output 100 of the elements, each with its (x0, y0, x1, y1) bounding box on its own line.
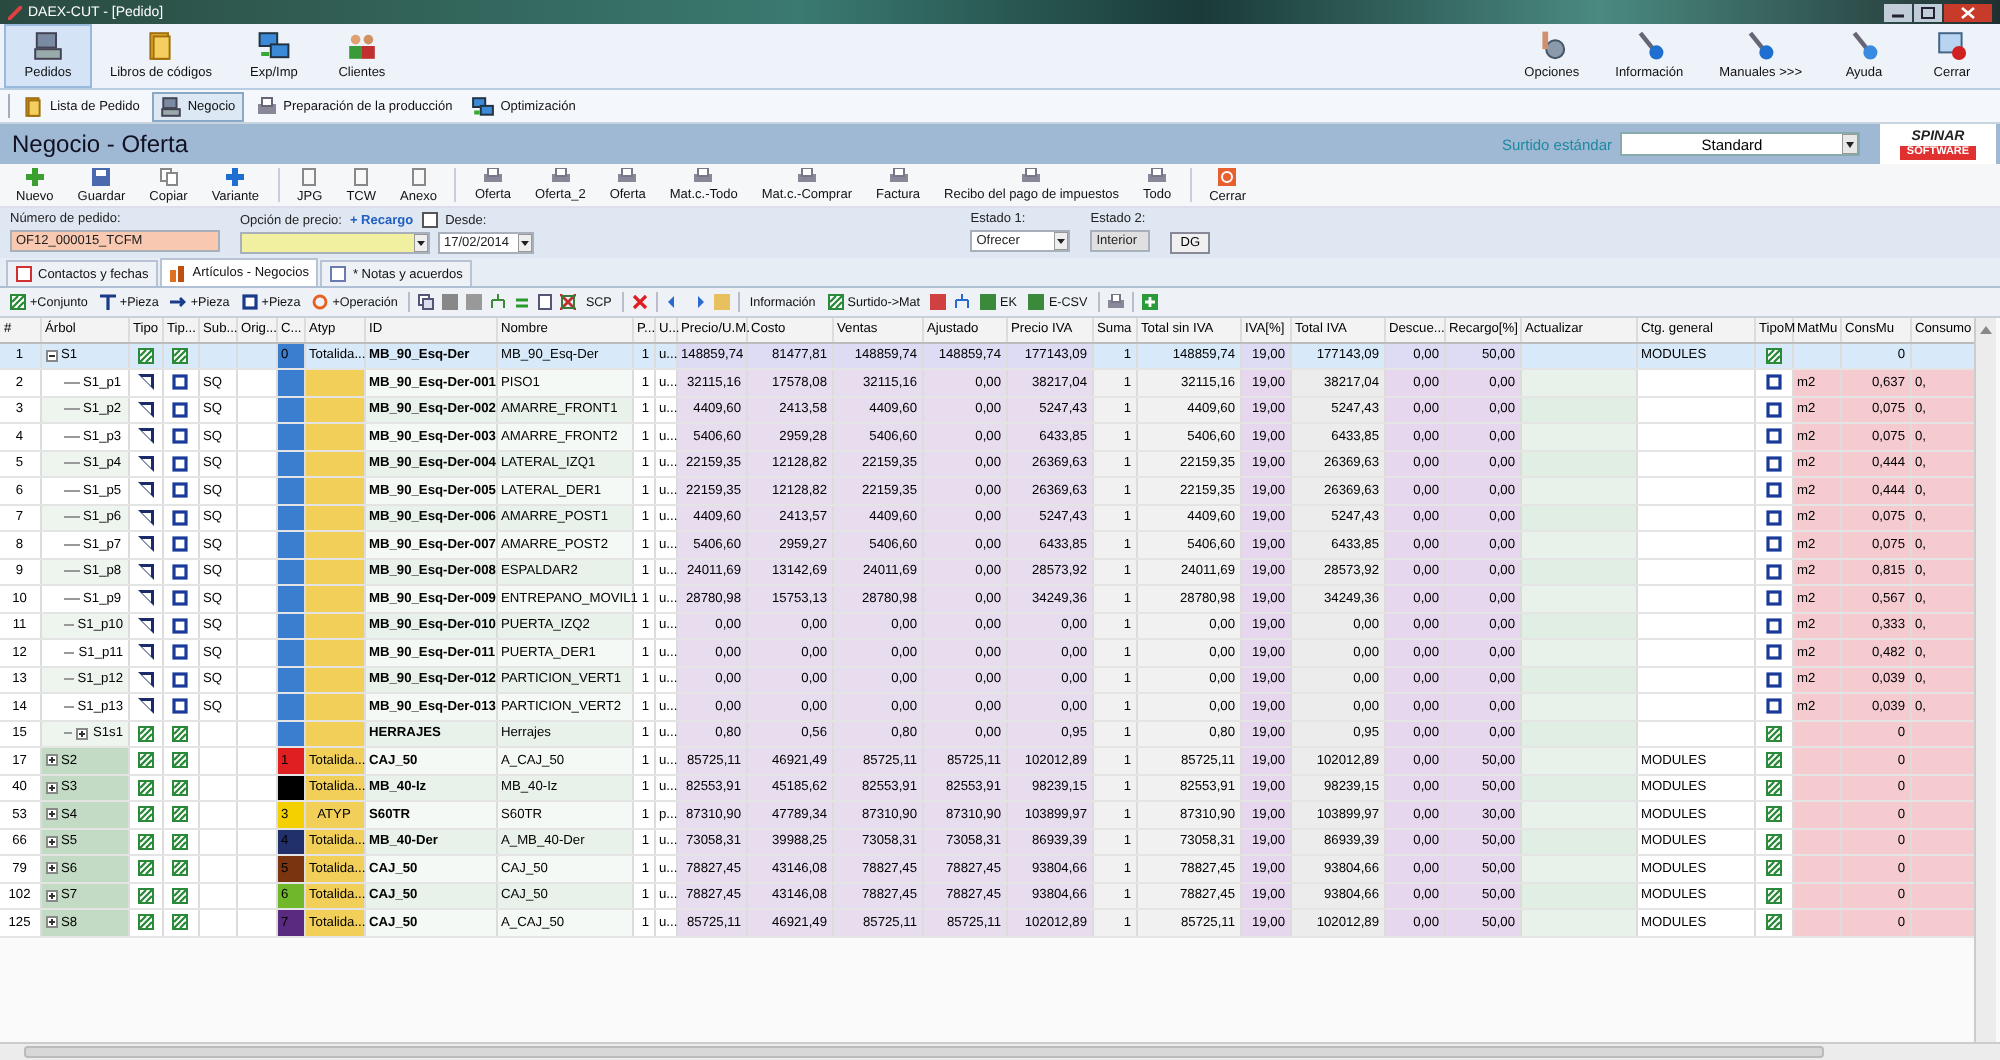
striped-square-icon (137, 725, 153, 742)
chart-icon (170, 265, 187, 281)
square-icon (172, 698, 188, 715)
square-icon (1765, 428, 1781, 445)
expand-icon[interactable] (45, 781, 57, 794)
app-icon (8, 5, 22, 19)
square-icon (172, 374, 188, 391)
striped-square-icon (137, 779, 153, 796)
square-icon (172, 671, 188, 688)
computer-icon (159, 95, 182, 117)
square-icon (1765, 644, 1781, 661)
striped-square-icon (137, 752, 153, 769)
square-icon (172, 644, 188, 661)
corner-triangle-icon (137, 401, 153, 418)
expand-icon[interactable] (76, 727, 89, 740)
striped-square-icon (172, 752, 188, 769)
corner-triangle-icon (137, 563, 153, 580)
striped-square-icon (10, 294, 26, 310)
square-icon (1765, 455, 1781, 472)
add-icon (25, 167, 44, 185)
expand-icon[interactable] (45, 916, 57, 929)
striped-square-icon (137, 347, 153, 364)
arrow-icon (170, 294, 187, 310)
grid-x-icon[interactable] (559, 294, 576, 310)
square-icon (172, 590, 188, 607)
copy-icon[interactable] (417, 294, 434, 310)
power-icon (312, 294, 329, 310)
square-icon (172, 482, 188, 499)
corner-triangle-icon (137, 617, 153, 634)
square-icon (172, 428, 188, 445)
corner-triangle-icon (137, 644, 153, 661)
close-icon[interactable] (1944, 3, 1992, 21)
square-icon (1765, 563, 1781, 580)
square-icon (1765, 698, 1781, 715)
square-icon (1765, 482, 1781, 499)
expand-icon[interactable] (45, 835, 57, 848)
striped-square-icon (827, 294, 844, 310)
computer-icon (32, 30, 64, 62)
square-icon (172, 401, 188, 418)
close-icon (1936, 30, 1968, 62)
delete-icon[interactable] (631, 294, 648, 310)
striped-square-icon (137, 914, 153, 931)
expand-icon[interactable] (45, 754, 57, 767)
striped-square-icon (1765, 860, 1781, 877)
expand-icon[interactable] (45, 862, 57, 875)
square-icon (1765, 401, 1781, 418)
corner-triangle-icon (137, 374, 153, 391)
maximize-icon[interactable] (1914, 3, 1942, 21)
dropdown-arrow-icon[interactable] (518, 234, 532, 252)
monitors-icon (257, 30, 290, 62)
printer-icon (255, 95, 278, 117)
square-icon (1765, 509, 1781, 526)
collapse-icon[interactable] (45, 349, 57, 362)
corner-triangle-icon (137, 590, 153, 607)
corner-triangle-icon (137, 509, 153, 526)
page-title: Negocio - Oferta (12, 130, 189, 158)
square-icon (241, 294, 258, 310)
people-icon (345, 30, 378, 62)
scroll-up-icon[interactable] (1980, 324, 1992, 334)
dropdown-arrow-icon[interactable] (1054, 232, 1069, 250)
hierarchy-icon[interactable] (489, 294, 506, 310)
striped-square-icon (172, 887, 188, 904)
striped-square-icon (1765, 779, 1781, 796)
corner-triangle-icon (137, 482, 153, 499)
refresh-icon[interactable] (513, 294, 530, 310)
monitors-icon (472, 95, 495, 117)
corner-triangle-icon (137, 428, 153, 445)
striped-square-icon (137, 860, 153, 877)
striped-square-icon (137, 806, 153, 823)
minimize-icon[interactable] (1884, 3, 1912, 21)
square-icon (172, 563, 188, 580)
striped-square-icon (137, 833, 153, 850)
striped-square-icon (1765, 725, 1781, 742)
square-icon (1765, 590, 1781, 607)
striped-square-icon (1765, 347, 1781, 364)
add-icon[interactable] (1141, 294, 1158, 310)
hierarchy-icon[interactable] (954, 294, 971, 310)
dropdown-arrow-icon (1842, 134, 1858, 154)
square-icon (1765, 374, 1781, 391)
striped-square-icon (1765, 914, 1781, 931)
expand-icon[interactable] (45, 808, 57, 821)
t-shape-icon (99, 294, 116, 310)
striped-square-icon (1765, 806, 1781, 823)
corner-triangle-icon (137, 536, 153, 553)
scrollbar-thumb[interactable] (24, 1046, 1824, 1058)
striped-square-icon (172, 347, 188, 364)
striped-square-icon (1765, 752, 1781, 769)
dropdown-arrow-icon[interactable] (414, 234, 428, 252)
square-icon (1765, 671, 1781, 688)
printer-icon[interactable] (1107, 294, 1124, 310)
square-icon (172, 617, 188, 634)
square-icon (172, 509, 188, 526)
striped-square-icon (1765, 833, 1781, 850)
striped-square-icon (172, 860, 188, 877)
notes-icon (330, 266, 347, 282)
from-checkbox[interactable] (421, 212, 438, 228)
striped-square-icon (172, 725, 188, 742)
striped-square-icon (172, 833, 188, 850)
expand-icon[interactable] (45, 889, 57, 902)
square-icon (172, 536, 188, 553)
